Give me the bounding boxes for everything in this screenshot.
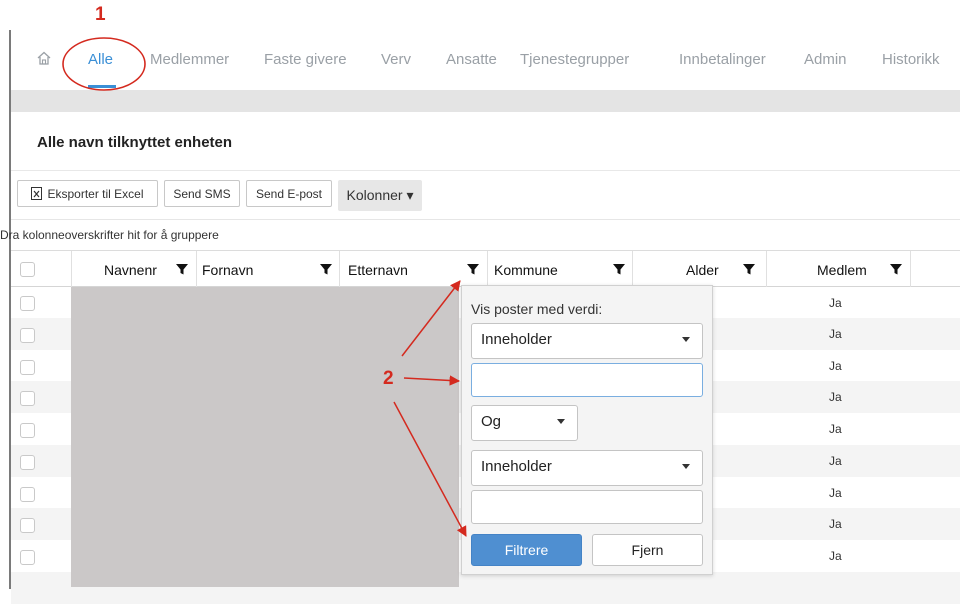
medlem-cell: Ja [829, 327, 842, 341]
medlem-cell: Ja [829, 390, 842, 404]
export-excel-label: Eksporter til Excel [47, 186, 144, 201]
column-separator [632, 251, 633, 287]
group-by-drop-zone[interactable]: Dra kolonneoverskrifter hit for å gruppe… [0, 228, 219, 242]
filter-popup-label: Vis poster med verdi: [471, 301, 603, 317]
filter-value-input-2[interactable] [471, 490, 703, 524]
row-checkbox[interactable] [20, 391, 35, 406]
divider [11, 170, 960, 171]
filter-icon[interactable] [175, 262, 189, 276]
row-checkbox[interactable] [20, 518, 35, 533]
annotation-marker-2: 2 [383, 368, 394, 389]
tab-historikk[interactable]: Historikk [882, 51, 940, 68]
columns-dropdown-button[interactable]: Kolonner ▾ [338, 180, 422, 211]
active-tab-indicator [88, 85, 116, 88]
row-checkbox[interactable] [20, 550, 35, 565]
section-separator [11, 90, 960, 112]
chevron-down-icon [557, 419, 565, 424]
column-separator [196, 251, 197, 287]
tab-alle[interactable]: Alle [88, 51, 113, 68]
medlem-cell: Ja [829, 359, 842, 373]
redacted-area [71, 287, 459, 587]
column-header-kommune[interactable]: Kommune [494, 262, 558, 278]
tab-innbetalinger[interactable]: Innbetalinger [679, 51, 766, 68]
filter-operator-value: Inneholder [481, 458, 552, 475]
column-header-alder[interactable]: Alder [686, 262, 719, 278]
row-checkbox[interactable] [20, 328, 35, 343]
row-checkbox[interactable] [20, 487, 35, 502]
medlem-cell: Ja [829, 422, 842, 436]
column-header-fornavn[interactable]: Fornavn [202, 262, 253, 278]
clear-filter-button[interactable]: Fjern [592, 534, 703, 566]
select-all-checkbox[interactable] [20, 262, 35, 277]
filter-logic-select[interactable]: Og [471, 405, 578, 441]
tab-tjenestegrupper[interactable]: Tjenestegrupper [520, 51, 629, 68]
medlem-cell: Ja [829, 296, 842, 310]
column-separator [487, 251, 488, 287]
divider [11, 219, 960, 220]
column-header-medlem[interactable]: Medlem [817, 262, 867, 278]
tab-ansatte[interactable]: Ansatte [446, 51, 497, 68]
medlem-cell: Ja [829, 454, 842, 468]
column-separator [339, 251, 340, 287]
send-email-button[interactable]: Send E-post [246, 180, 332, 207]
tab-verv[interactable]: Verv [381, 51, 411, 68]
filter-icon[interactable] [889, 262, 903, 276]
medlem-cell: Ja [829, 517, 842, 531]
filter-value-input-1[interactable] [471, 363, 703, 397]
tab-admin[interactable]: Admin [804, 51, 847, 68]
filter-icon[interactable] [612, 262, 626, 276]
column-separator [910, 251, 911, 287]
column-separator [71, 251, 72, 287]
column-header-navnenr[interactable]: Navnenr [104, 262, 157, 278]
tab-medlemmer[interactable]: Medlemmer [150, 51, 229, 68]
filter-operator-select-1[interactable]: Inneholder [471, 323, 703, 359]
tab-faste-givere[interactable]: Faste givere [264, 51, 347, 68]
row-checkbox[interactable] [20, 360, 35, 375]
filter-operator-value: Inneholder [481, 331, 552, 348]
column-header-etternavn[interactable]: Etternavn [348, 262, 408, 278]
row-checkbox[interactable] [20, 423, 35, 438]
filter-icon[interactable] [319, 262, 333, 276]
filter-icon[interactable] [742, 262, 756, 276]
chevron-down-icon [682, 337, 690, 342]
chevron-down-icon [682, 464, 690, 469]
filter-operator-select-2[interactable]: Inneholder [471, 450, 703, 486]
excel-icon [31, 187, 43, 200]
export-excel-button[interactable]: Eksporter til Excel [17, 180, 158, 207]
filter-logic-value: Og [481, 413, 502, 430]
row-checkbox[interactable] [20, 455, 35, 470]
annotation-marker-1: 1 [95, 4, 106, 25]
medlem-cell: Ja [829, 549, 842, 563]
panel-title: Alle navn tilknyttet enheten [37, 134, 233, 151]
send-sms-button[interactable]: Send SMS [164, 180, 240, 207]
medlem-cell: Ja [829, 486, 842, 500]
apply-filter-button[interactable]: Filtrere [471, 534, 582, 566]
column-separator [766, 251, 767, 287]
home-icon[interactable] [36, 50, 52, 71]
filter-icon[interactable] [466, 262, 480, 276]
row-checkbox[interactable] [20, 296, 35, 311]
